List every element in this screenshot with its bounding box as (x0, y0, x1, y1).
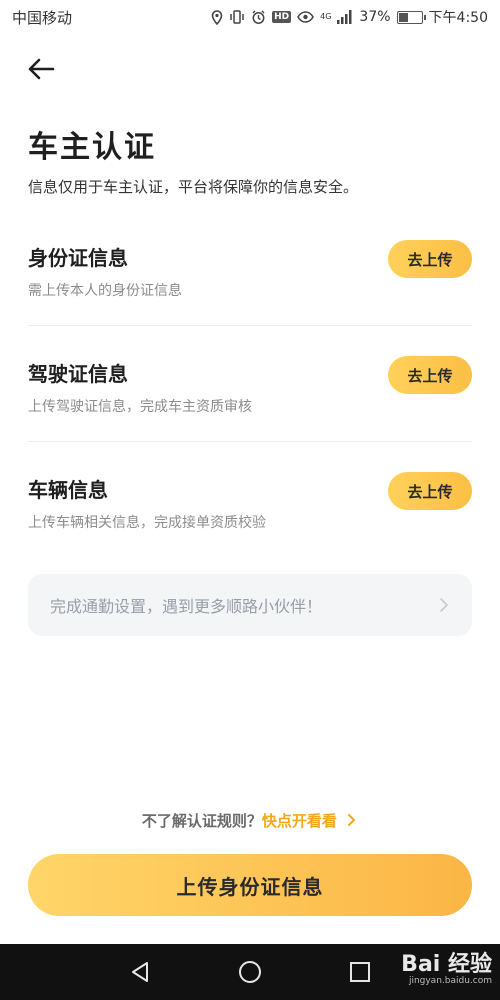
vehicle-title: 车辆信息 (28, 478, 108, 502)
signal-icon (337, 10, 353, 24)
page-subtitle: 信息仅用于车主认证，平台将保障你的信息安全。 (28, 178, 359, 196)
square-recents-icon (350, 962, 370, 982)
driver-license-title: 驾驶证信息 (28, 362, 128, 386)
vehicle-upload-button[interactable]: 去上传 (388, 472, 472, 510)
back-button[interactable] (24, 52, 58, 86)
network-type: 4G (320, 12, 332, 21)
location-icon (211, 9, 223, 25)
chevron-right-icon[interactable] (346, 813, 358, 827)
page-title: 车主认证 (28, 130, 156, 165)
nav-home-button[interactable] (234, 956, 266, 988)
nav-recents-button[interactable] (344, 956, 376, 988)
divider (28, 325, 472, 326)
upload-id-card-button[interactable]: 上传身份证信息 (28, 854, 472, 916)
screen: 中国移动 HD 4G 37% 下午4:50 车主认证 信息仅用于车主认证，平台将… (0, 0, 500, 1000)
baidu-jingyan-watermark: Bai 经验 jingyan.baidu.com (401, 946, 492, 986)
id-card-upload-button[interactable]: 去上传 (388, 240, 472, 278)
watermark-url: jingyan.baidu.com (408, 976, 492, 986)
carrier-label: 中国移动 (12, 8, 73, 27)
hd-badge: HD (272, 11, 292, 23)
triangle-back-icon (132, 962, 148, 982)
alarm-icon (251, 10, 266, 25)
driver-license-section: 驾驶证信息 上传驾驶证信息，完成车主资质审核 去上传 (28, 356, 472, 474)
chevron-right-icon (440, 598, 448, 612)
divider (28, 441, 472, 442)
commute-settings-card[interactable]: 完成通勤设置，遇到更多顺路小伙伴！ (28, 574, 472, 636)
id-card-section: 身份证信息 需上传本人的身份证信息 去上传 (28, 240, 472, 358)
watermark-logo: Bai 经验 (401, 952, 492, 977)
vehicle-desc: 上传车辆相关信息，完成接单资质校验 (28, 515, 266, 531)
driver-license-upload-button[interactable]: 去上传 (388, 356, 472, 394)
rules-line: 不了解认证规则？快点开看看 (0, 810, 500, 831)
rules-link[interactable]: 快点开看看 (262, 812, 337, 830)
status-bar: 中国移动 HD 4G 37% 下午4:50 (0, 0, 500, 34)
eye-icon (297, 11, 314, 23)
rules-question: 不了解认证规则？ (141, 812, 262, 830)
driver-license-desc: 上传驾驶证信息，完成车主资质审核 (28, 399, 252, 415)
id-card-desc: 需上传本人的身份证信息 (28, 283, 182, 299)
vehicle-section: 车辆信息 上传车辆相关信息，完成接单资质校验 去上传 (28, 472, 472, 590)
status-icons: HD 4G 37% 下午4:50 (211, 7, 488, 27)
nav-back-button[interactable] (124, 956, 156, 988)
vibrate-icon (229, 10, 245, 24)
id-card-title: 身份证信息 (28, 246, 128, 270)
battery-percent: 37% (359, 9, 391, 25)
commute-text: 完成通勤设置，遇到更多顺路小伙伴！ (50, 597, 323, 616)
arrow-left-icon (28, 58, 55, 80)
clock-time: 下午4:50 (428, 10, 488, 26)
circle-home-icon (239, 961, 261, 983)
battery-icon (396, 10, 426, 24)
